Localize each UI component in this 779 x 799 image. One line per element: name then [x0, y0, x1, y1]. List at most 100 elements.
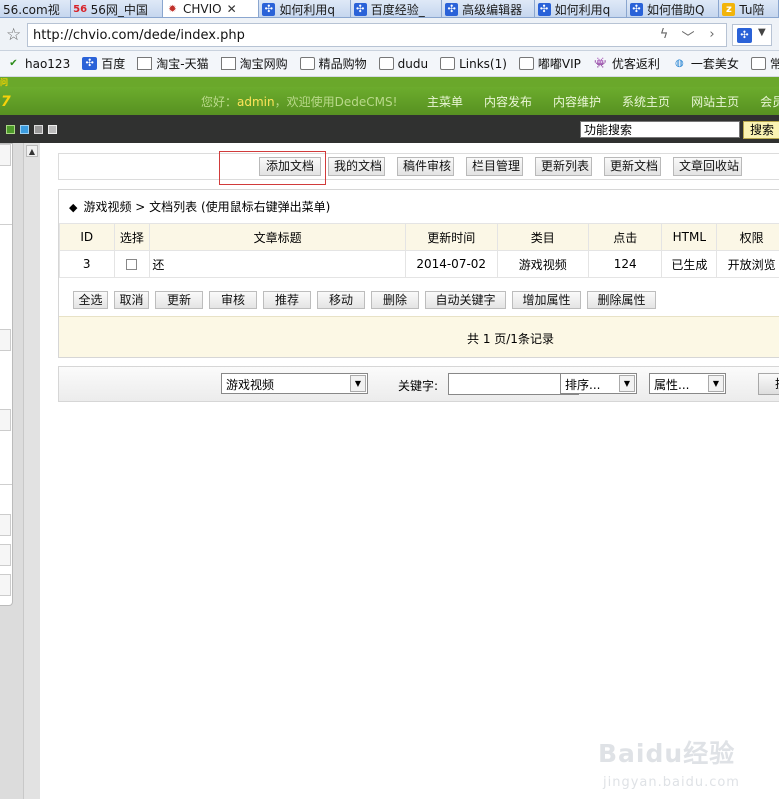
baidu-paw-icon: ✣ — [629, 2, 643, 16]
bookmark-item[interactable]: 淘宝-天猫 — [137, 55, 209, 72]
menu-item[interactable] — [0, 574, 11, 596]
nav-member[interactable]: 会员 — [760, 93, 779, 110]
sort-select[interactable]: 排序... ▼ — [560, 373, 637, 394]
layout-toggle-icon[interactable] — [48, 125, 57, 134]
col-category-header: 类目 — [496, 223, 590, 251]
nav-system-home[interactable]: 系统主页 — [622, 93, 670, 110]
cell-permission: 开放浏览 — [716, 250, 779, 278]
doc-toolbar: 添加文档 我的文档 稿件审核 栏目管理 更新列表 更新文档 文章回收站 — [58, 153, 779, 180]
cancel-selection-button[interactable]: 取消 — [114, 291, 149, 309]
hao123-icon: ✔ — [9, 58, 18, 69]
update-button[interactable]: 更新 — [155, 291, 203, 309]
url-text[interactable]: http://chvio.com/dede/index.php — [33, 28, 245, 43]
function-search-input[interactable] — [580, 121, 740, 138]
search-submit-button[interactable]: 搜索 — [758, 373, 779, 395]
remove-attribute-button[interactable]: 删除属性 — [587, 291, 656, 309]
auto-keyword-button[interactable]: 自动关键字 — [425, 291, 506, 309]
browser-tab[interactable]: 56 56网_中国 — [70, 0, 163, 17]
function-search-button[interactable]: 搜索 — [743, 121, 779, 139]
cell-clicks: 124 — [588, 250, 663, 278]
column-manage-button[interactable]: 栏目管理 — [466, 157, 523, 176]
baidu-paw-icon: ✣ — [537, 2, 551, 16]
bookmark-item[interactable]: ◍ 一套美女 — [672, 55, 739, 72]
bookmark-item[interactable]: 常用 — [750, 55, 779, 72]
cell-category[interactable]: 游戏视频 — [496, 250, 590, 278]
bookmark-item[interactable]: Links(1) — [440, 57, 507, 71]
baidu-paw-icon: ✣ — [262, 2, 276, 16]
browser-tab[interactable]: z Tu陪 — [719, 0, 779, 17]
batch-actions: 全选 取消 更新 审核 推荐 移动 删除 自动关键字 增加属性 删除属性 — [59, 289, 779, 313]
menu-item[interactable] — [0, 144, 11, 166]
alien-icon: 👾 — [594, 58, 607, 69]
bookmark-star-icon[interactable]: ☆ — [6, 25, 21, 45]
document-list-panel: ◆ 游戏视频 > 文档列表 (使用鼠标右键弹出菜单) ID 选择 文章标题 更新时… — [58, 189, 779, 358]
browser-tab[interactable]: ✣ 如何利用q — [259, 0, 351, 17]
lightning-icon[interactable]: ϟ — [654, 27, 674, 45]
bookmark-item[interactable]: ✔ hao123 — [6, 57, 70, 71]
cms-logo: 7 — [1, 94, 11, 110]
tab-title: 如何借助Q — [646, 2, 705, 17]
nav-site-home[interactable]: 网站主页 — [691, 93, 739, 110]
delete-button[interactable]: 删除 — [371, 291, 419, 309]
left-scrollbar[interactable]: ▲ — [23, 143, 40, 799]
layout-toggle-icon[interactable] — [34, 125, 43, 134]
browser-tab[interactable]: ✣ 如何借助Q — [626, 0, 720, 17]
layout-toggle-icon[interactable] — [20, 125, 29, 134]
select-all-button[interactable]: 全选 — [73, 291, 108, 309]
attribute-select[interactable]: 属性... ▼ — [649, 373, 726, 394]
bookmark-label: 淘宝网购 — [239, 57, 288, 71]
close-tab-icon[interactable]: ✕ — [227, 2, 237, 16]
browser-tab[interactable]: ✣ 如何利用q — [534, 0, 627, 17]
forward-arrow-icon[interactable]: › — [702, 27, 722, 45]
divider — [0, 484, 12, 485]
nav-content-publish[interactable]: 内容发布 — [484, 93, 532, 110]
diamond-icon: ◆ — [69, 201, 78, 214]
update-document-button[interactable]: 更新文档 — [604, 157, 661, 176]
move-button[interactable]: 移动 — [317, 291, 365, 309]
watermark-brand: Baidu经验 — [598, 739, 736, 768]
baidu-paw-icon: ✣ — [737, 28, 752, 43]
recycle-bin-button[interactable]: 文章回收站 — [673, 157, 742, 176]
menu-item[interactable] — [0, 329, 11, 351]
cell-updated: 2014-07-02 — [404, 250, 498, 278]
menu-item[interactable] — [0, 514, 11, 536]
pagination: 共 1 页/1条记录 — [59, 316, 779, 357]
scroll-up-icon[interactable]: ▲ — [26, 145, 38, 157]
recommend-button[interactable]: 推荐 — [263, 291, 311, 309]
nav-main-menu[interactable]: 主菜单 — [427, 93, 463, 110]
review-button[interactable]: 审核 — [209, 291, 257, 309]
add-attribute-button[interactable]: 增加属性 — [512, 291, 581, 309]
cell-title[interactable]: 还 — [149, 250, 406, 278]
browser-tab[interactable]: ✣ 高级编辑器 — [442, 0, 535, 17]
browser-tab[interactable]: 56.com视 — [0, 0, 71, 17]
cell-html[interactable]: 已生成 — [661, 250, 718, 278]
search-engine-button[interactable]: ✣ ▼ — [732, 24, 772, 46]
bookmark-item[interactable]: ✣ 百度 — [82, 55, 125, 72]
bookmark-item[interactable]: 嘟嘟VIP — [518, 55, 581, 72]
divider — [0, 224, 12, 225]
chevron-down-icon[interactable]: ﹀ — [678, 27, 698, 46]
menu-item[interactable] — [0, 544, 11, 566]
tab-title: 如何利用q — [554, 2, 611, 17]
bookmark-item[interactable]: dudu — [378, 57, 428, 71]
nav-content-maintain[interactable]: 内容维护 — [553, 93, 601, 110]
browser-tab[interactable]: ✣ 百度经验_ — [350, 0, 443, 17]
browser-tab-active[interactable]: ✹ CHVIO ✕ — [162, 0, 260, 17]
row-checkbox[interactable] — [126, 259, 138, 270]
folder-icon — [299, 57, 315, 70]
bookmark-item[interactable]: 淘宝网购 — [220, 55, 288, 72]
bookmark-label: 常用 — [770, 55, 779, 72]
chevron-down-icon: ▼ — [619, 375, 635, 392]
my-documents-button[interactable]: 我的文档 — [328, 157, 385, 176]
bookmark-item[interactable]: 精品购物 — [299, 55, 367, 72]
bookmark-item[interactable]: 👾 优客返利 — [593, 55, 660, 72]
url-field[interactable]: http://chvio.com/dede/index.php ϟ ﹀ › — [27, 23, 727, 47]
tab-title: CHVIO — [182, 2, 222, 16]
baidu-paw-icon: ✣ — [445, 2, 459, 16]
folder-icon — [440, 57, 456, 70]
update-list-button[interactable]: 更新列表 — [535, 157, 592, 176]
category-select[interactable]: 游戏视频 ▼ — [221, 373, 368, 394]
menu-item[interactable] — [0, 409, 11, 431]
layout-toggle-icon[interactable] — [6, 125, 15, 134]
manuscript-review-button[interactable]: 稿件审核 — [397, 157, 454, 176]
